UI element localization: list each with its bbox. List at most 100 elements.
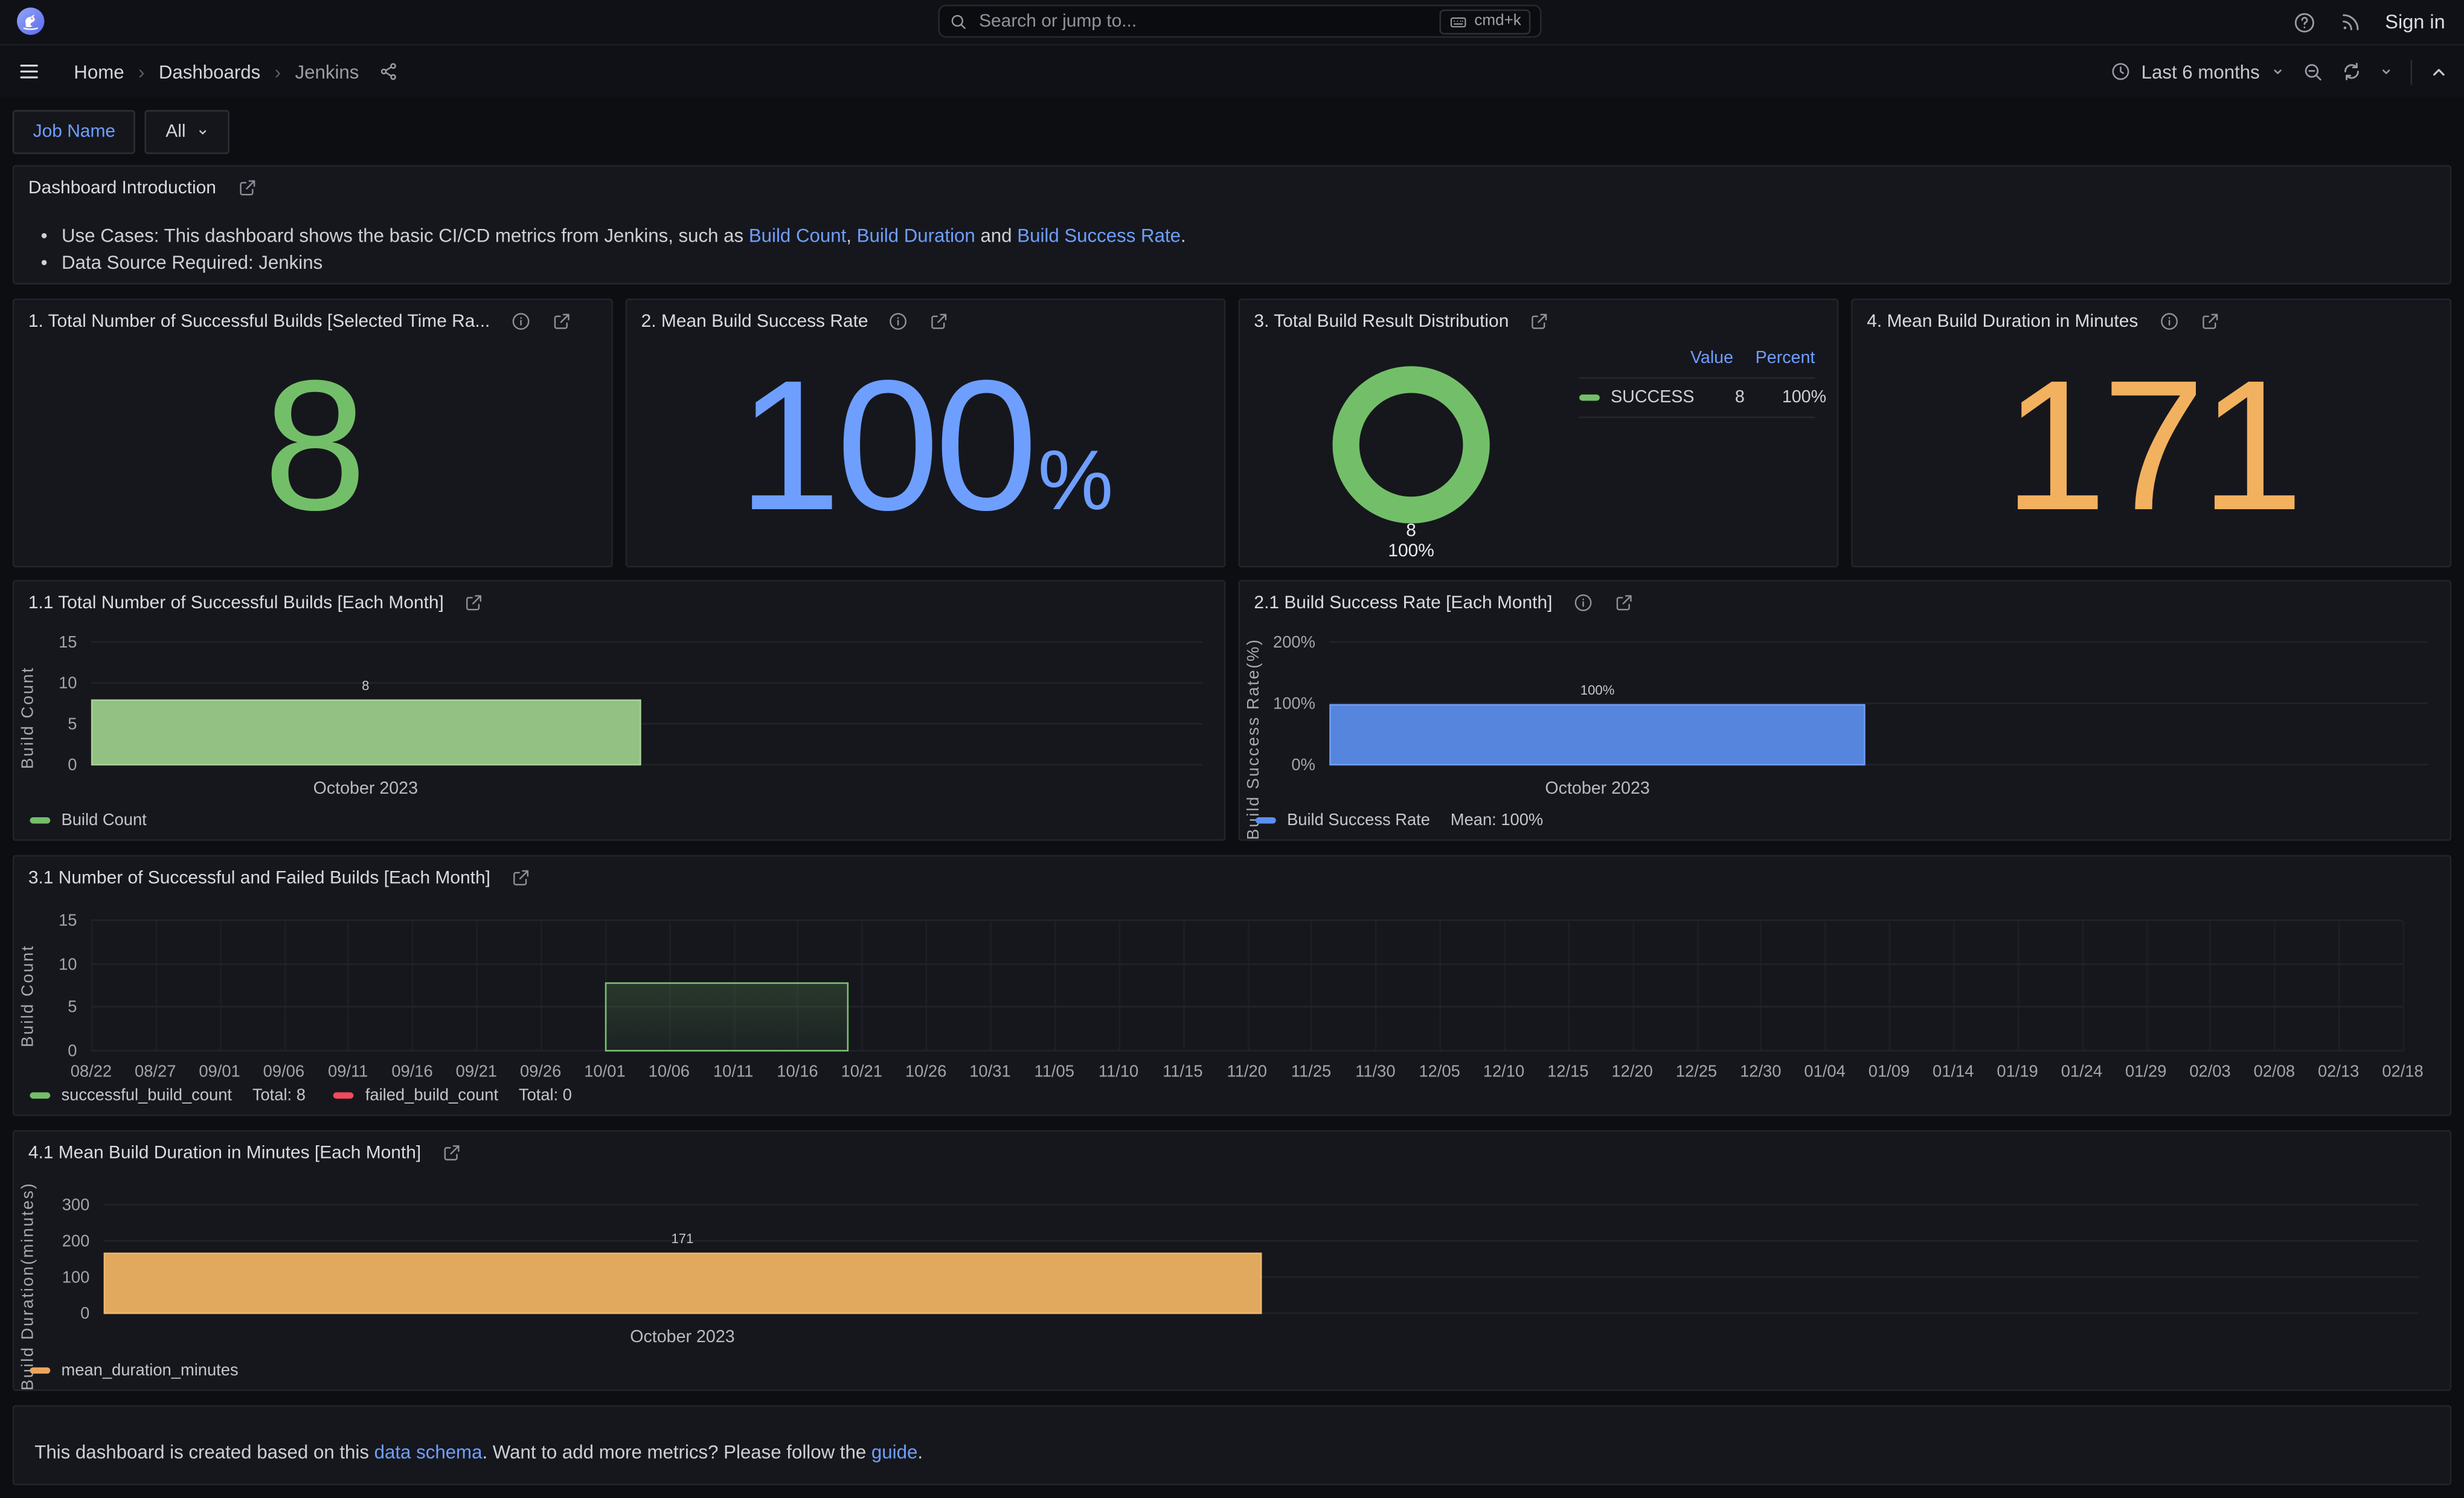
bar-value-label: 8 bbox=[362, 678, 369, 694]
x-tick-label: 09/16 bbox=[391, 1062, 432, 1081]
job-name-filter-value[interactable]: All bbox=[145, 110, 229, 154]
intro-bullet-1: •Use Cases: This dashboard shows the bas… bbox=[41, 223, 1186, 249]
bar-value-label: 100% bbox=[1580, 682, 1615, 698]
bar-mean-duration bbox=[104, 1252, 1261, 1314]
info-icon[interactable] bbox=[2158, 311, 2179, 332]
zoom-out-icon[interactable] bbox=[2302, 60, 2324, 82]
share-icon[interactable] bbox=[379, 61, 400, 82]
chevron-down-icon[interactable] bbox=[2379, 65, 2393, 79]
chevron-down-icon bbox=[2271, 65, 2285, 79]
legend-col-value[interactable]: Value bbox=[1690, 349, 1733, 368]
info-icon[interactable] bbox=[1573, 593, 1593, 613]
x-tick-label: 09/01 bbox=[199, 1062, 240, 1081]
legend-item-failed-build-count[interactable]: failed_build_count Total: 0 bbox=[334, 1086, 572, 1105]
legend-item-build-success-rate[interactable]: Build Success Rate Mean: 100% bbox=[1256, 811, 1543, 830]
y-axis-label: Build Success Rate(%) bbox=[1245, 638, 1263, 840]
refresh-icon[interactable] bbox=[2341, 61, 2362, 82]
intro-bullet-2: •Data Source Required: Jenkins bbox=[41, 250, 1186, 277]
chart-legend: Build Count bbox=[30, 811, 146, 830]
chevron-up-icon[interactable] bbox=[2430, 62, 2448, 81]
y-tick-label: 100% bbox=[1273, 695, 1315, 713]
x-tick-label: 11/10 bbox=[1099, 1062, 1138, 1081]
time-range-picker[interactable]: Last 6 months bbox=[2110, 60, 2285, 82]
legend-swatch bbox=[30, 817, 50, 823]
x-tick-label: 11/05 bbox=[1035, 1062, 1074, 1081]
external-link-icon[interactable] bbox=[237, 178, 257, 198]
x-tick-label: 10/31 bbox=[969, 1062, 1010, 1081]
link-build-success-rate[interactable]: Build Success Rate bbox=[1017, 225, 1181, 246]
external-link-icon[interactable] bbox=[1614, 593, 1634, 613]
sign-in-button[interactable]: Sign in bbox=[2385, 11, 2445, 33]
panel-mean-build-success-rate: 2. Mean Build Success Rate 100 % bbox=[626, 298, 1226, 567]
x-tick-label: 11/20 bbox=[1227, 1062, 1267, 1081]
x-tick-label: 02/13 bbox=[2318, 1062, 2359, 1081]
legend-col-percent[interactable]: Percent bbox=[1756, 349, 1815, 368]
intro-bullets: •Use Cases: This dashboard shows the bas… bbox=[41, 223, 1186, 276]
y-axis-label: Build Duration(minutes) bbox=[19, 1182, 37, 1390]
shortcut-label: cmd+k bbox=[1474, 13, 1521, 30]
legend-row-success[interactable]: SUCCESS 8 100% bbox=[1579, 379, 1815, 416]
legend-total: Total: 0 bbox=[519, 1086, 572, 1105]
chart-row: 1.1 Total Number of Successful Builds [E… bbox=[13, 580, 2451, 841]
external-link-icon[interactable] bbox=[511, 867, 531, 888]
bar-build-success-rate bbox=[1329, 704, 1866, 765]
external-link-icon[interactable] bbox=[464, 593, 485, 613]
x-tick-label: 01/09 bbox=[1869, 1062, 1910, 1081]
search-icon bbox=[949, 12, 968, 31]
x-tick-label: 12/30 bbox=[1740, 1062, 1781, 1081]
link-build-count[interactable]: Build Count bbox=[749, 225, 846, 246]
x-axis-label: October 2023 bbox=[1545, 780, 1649, 799]
breadcrumb-home[interactable]: Home bbox=[74, 60, 124, 82]
x-tick-label: 09/11 bbox=[328, 1062, 368, 1081]
x-tick-label: 09/26 bbox=[520, 1062, 561, 1081]
y-tick-label: 0% bbox=[1291, 756, 1315, 775]
legend-swatch bbox=[1579, 394, 1600, 400]
x-tick-label: 08/22 bbox=[71, 1062, 112, 1081]
x-tick-label: 01/29 bbox=[2125, 1062, 2166, 1081]
panel-title: Dashboard Introduction bbox=[28, 178, 216, 197]
donut-chart-success bbox=[1333, 366, 1490, 523]
external-link-icon[interactable] bbox=[2199, 311, 2220, 332]
panel-title: 2.1 Build Success Rate [Each Month] bbox=[1254, 593, 1552, 612]
y-tick-label: 0 bbox=[68, 1042, 77, 1061]
external-link-icon[interactable] bbox=[441, 1143, 462, 1163]
panel-chart-successful-builds-monthly: 1.1 Total Number of Successful Builds [E… bbox=[13, 580, 1226, 841]
external-link-icon[interactable] bbox=[551, 311, 572, 332]
footer-text: This dashboard is created based on this … bbox=[34, 1441, 923, 1463]
x-tick-label: 08/27 bbox=[135, 1062, 176, 1081]
link-data-schema[interactable]: data schema bbox=[374, 1441, 483, 1463]
info-icon[interactable] bbox=[888, 311, 909, 332]
donut-legend-table: Value Percent SUCCESS 8 100% bbox=[1579, 349, 1815, 418]
shortcut-chip: cmd+k bbox=[1440, 8, 1530, 34]
link-build-duration[interactable]: Build Duration bbox=[857, 225, 975, 246]
x-tick-label: 10/01 bbox=[584, 1062, 625, 1081]
toolbar-divider bbox=[2411, 59, 2413, 85]
panel-build-result-distribution: 3. Total Build Result Distribution 8 100… bbox=[1238, 298, 1838, 567]
legend-item-mean-duration[interactable]: mean_duration_minutes bbox=[30, 1361, 238, 1380]
info-icon[interactable] bbox=[510, 311, 531, 332]
legend-divider bbox=[1579, 417, 1815, 419]
menu-icon[interactable] bbox=[18, 60, 41, 83]
legend-item-successful-build-count[interactable]: successful_build_count Total: 8 bbox=[30, 1086, 305, 1105]
grafana-logo[interactable] bbox=[16, 6, 45, 36]
link-guide[interactable]: guide bbox=[871, 1441, 917, 1463]
legend-total: Total: 8 bbox=[252, 1086, 306, 1105]
chart-legend: mean_duration_minutes bbox=[30, 1361, 238, 1380]
x-axis-label: October 2023 bbox=[630, 1328, 734, 1347]
stat-value: 171 bbox=[2004, 353, 2299, 538]
dashboard-toolbar: Home › Dashboards › Jenkins Last 6 month… bbox=[0, 45, 2464, 97]
rss-icon[interactable] bbox=[2340, 11, 2361, 33]
panel-title: 4.1 Mean Build Duration in Minutes [Each… bbox=[28, 1143, 421, 1162]
x-tick-label: 10/16 bbox=[777, 1062, 818, 1081]
search-input[interactable]: Search or jump to... cmd+k bbox=[938, 5, 1541, 38]
panel-dashboard-introduction: Dashboard Introduction •Use Cases: This … bbox=[13, 165, 2451, 284]
help-icon[interactable] bbox=[2292, 10, 2316, 34]
breadcrumb-dashboards[interactable]: Dashboards bbox=[159, 60, 260, 82]
x-tick-label: 01/19 bbox=[1997, 1062, 2038, 1081]
legend-item-build-count[interactable]: Build Count bbox=[30, 811, 146, 830]
external-link-icon[interactable] bbox=[1529, 311, 1550, 332]
y-tick-label: 0 bbox=[80, 1305, 89, 1323]
x-tick-label: 01/04 bbox=[1804, 1062, 1845, 1081]
y-axis-label: Build Count bbox=[19, 945, 37, 1047]
external-link-icon[interactable] bbox=[929, 311, 950, 332]
